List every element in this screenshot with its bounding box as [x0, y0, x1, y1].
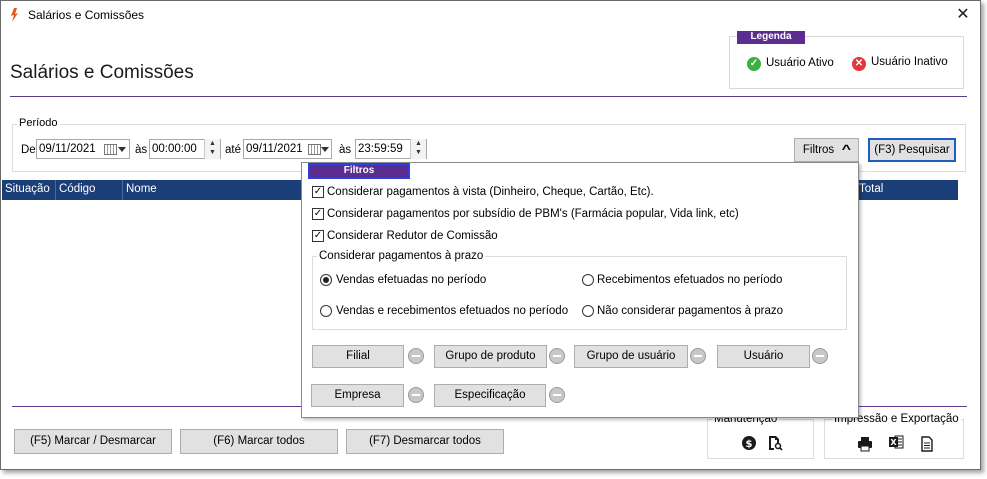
checkbox-redutor[interactable]: ✓ [312, 230, 324, 242]
time-from-spinner[interactable]: ▲ ▼ [204, 139, 220, 159]
time-to-value: 23:59:59 [358, 143, 403, 155]
printer-icon[interactable] [857, 436, 873, 452]
radio-vendas-periodo[interactable] [320, 274, 332, 286]
page-title: Salários e Comissões [10, 62, 194, 83]
chevron-down-icon[interactable] [321, 147, 329, 152]
periodo-label: Período [17, 117, 60, 129]
radio-recebimentos-periodo-label: Recebimentos efetuados no período [597, 274, 783, 286]
time-to-spinner[interactable]: ▲ ▼ [410, 139, 426, 159]
app-logo-icon [11, 8, 18, 22]
column-nome[interactable]: Nome [126, 183, 157, 195]
filial-clear-icon[interactable] [408, 348, 424, 364]
radio-nao-considerar[interactable] [582, 305, 594, 317]
grupo-produto-clear-icon[interactable] [549, 348, 565, 364]
column-situacao[interactable]: Situação [5, 183, 50, 195]
checkbox-pbm-label: Considerar pagamentos por subsídio de PB… [327, 208, 739, 220]
radio-recebimentos-periodo[interactable] [582, 274, 594, 286]
checkbox-avista[interactable]: ✓ [312, 186, 324, 198]
svg-text:X: X [890, 438, 897, 447]
grupo-usuario-button[interactable]: Grupo de usuário [574, 345, 688, 368]
filial-button[interactable]: Filial [312, 345, 404, 368]
svg-text:$: $ [746, 439, 753, 450]
column-total[interactable]: Total [859, 183, 883, 195]
especificacao-clear-icon[interactable] [549, 387, 565, 403]
pesquisar-button[interactable]: (F3) Pesquisar [868, 138, 956, 162]
checkbox-avista-label: Considerar pagamentos à vista (Dinheiro,… [327, 186, 654, 198]
time-to-field[interactable]: 23:59:59 ▲ ▼ [355, 139, 427, 159]
grupo-produto-button[interactable]: Grupo de produto [434, 345, 547, 368]
dollar-icon[interactable]: $ [741, 435, 757, 451]
calendar-icon[interactable] [104, 144, 117, 155]
ate-label: até [225, 144, 241, 156]
empresa-clear-icon[interactable] [408, 387, 424, 403]
legend-title: Legenda [737, 31, 805, 44]
manutencao-group [707, 419, 814, 459]
column-codigo[interactable]: Código [59, 183, 95, 195]
checkbox-pbm[interactable]: ✓ [312, 208, 324, 220]
legend-active-label: Usuário Ativo [766, 57, 834, 69]
empresa-button[interactable]: Empresa [311, 384, 404, 407]
legend-inactive-label: Usuário Inativo [871, 56, 948, 68]
title-bar: Salários e Comissões ✕ [1, 1, 980, 29]
chevron-up-icon: ^ [842, 144, 852, 156]
inactive-user-icon: ✕ [852, 57, 866, 71]
usuario-clear-icon[interactable] [812, 348, 828, 364]
marcar-todos-button[interactable]: (F6) Marcar todos [180, 429, 338, 454]
close-icon[interactable]: ✕ [953, 5, 973, 25]
desmarcar-todos-button[interactable]: (F7) Desmarcar todos [346, 429, 504, 454]
date-to-field[interactable]: 09/11/2021 [243, 139, 332, 159]
document-icon[interactable] [919, 436, 935, 452]
active-user-icon: ✓ [747, 57, 761, 71]
filtros-popup-title: Filtros [308, 163, 410, 179]
excel-icon[interactable]: X [888, 434, 904, 450]
radio-vendas-recebimentos[interactable] [320, 305, 332, 317]
as-label-1: às [135, 144, 148, 156]
checkbox-redutor-label: Considerar Redutor de Comissão [327, 230, 498, 242]
grupo-usuario-clear-icon[interactable] [690, 348, 706, 364]
marcar-desmarcar-button[interactable]: (F5) Marcar / Desmarcar [14, 429, 172, 454]
date-to-value: 09/11/2021 [246, 143, 303, 155]
calendar-icon[interactable] [308, 144, 321, 155]
especificacao-button[interactable]: Especificação [434, 384, 546, 407]
time-from-value: 00:00:00 [152, 143, 197, 155]
column-divider [122, 180, 123, 200]
prazo-group [312, 256, 847, 330]
date-from-value: 09/11/2021 [39, 143, 96, 155]
window-title: Salários e Comissões [28, 8, 145, 22]
de-label: De [21, 144, 36, 156]
radio-vendas-periodo-label: Vendas efetuadas no período [336, 274, 487, 286]
date-from-field[interactable]: 09/11/2021 [36, 139, 130, 159]
radio-nao-considerar-label: Não considerar pagamentos à prazo [597, 305, 784, 317]
as-label-2: às [339, 144, 352, 156]
usuario-button[interactable]: Usuário [717, 345, 810, 368]
radio-vendas-recebimentos-label: Vendas e recebimentos efetuados no perío… [336, 305, 569, 317]
prazo-group-label: Considerar pagamentos à prazo [317, 250, 486, 262]
document-search-icon[interactable] [767, 435, 783, 451]
title-divider [10, 96, 967, 97]
filtros-button-label: Filtros [802, 144, 835, 156]
filtros-button[interactable]: Filtros ^ [794, 138, 859, 162]
time-from-field[interactable]: 00:00:00 ▲ ▼ [149, 139, 221, 159]
column-divider [55, 180, 56, 200]
chevron-down-icon[interactable] [118, 147, 126, 152]
